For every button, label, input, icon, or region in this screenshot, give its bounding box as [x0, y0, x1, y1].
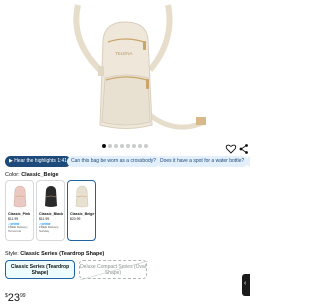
question-chip[interactable]: Does it have a spot for a water bottle?	[156, 156, 249, 167]
chevron-left-icon: ‹	[244, 280, 247, 287]
share-icon[interactable]	[238, 142, 250, 154]
carousel-dot[interactable]	[114, 144, 118, 148]
style-option-classic-series[interactable]: Classic Series (Teardrop Shape)	[5, 260, 75, 279]
carousel-dot[interactable]	[102, 144, 106, 148]
beige-sling-bag-photo: TELENA	[73, 4, 206, 130]
carousel-dots	[0, 144, 250, 150]
swatch-classic-black[interactable]: Classic_Black $11.99 ✓prime FREE Deliver…	[36, 180, 65, 241]
heart-outline-icon[interactable]	[225, 142, 237, 154]
carousel-dot[interactable]	[108, 144, 112, 148]
bag-brand-text: TELENA	[115, 51, 133, 56]
pink-bag-thumbnail	[13, 185, 27, 208]
carousel-dot[interactable]	[144, 144, 148, 148]
selected-color-value: Classic_Beige	[21, 172, 59, 178]
style-option-deluxe-compact-series[interactable]: Deluxe Compact Series (Oval Shape)	[79, 260, 148, 280]
carousel-dot[interactable]	[132, 144, 136, 148]
swatch-classic-pink[interactable]: Classic_Pink $11.99 ✓prime FREE Delivery…	[5, 180, 34, 241]
selected-style-value: Classic Series (Teardrop Shape)	[20, 251, 105, 257]
question-chip[interactable]: H	[246, 156, 250, 167]
product-price: $2399	[5, 292, 26, 304]
question-chip[interactable]: Can this bag be worn as a crossbody?	[67, 156, 161, 167]
question-chips: ▶ Hear the highlights 1:41 Can this bag …	[5, 156, 250, 167]
beige-bag-thumbnail	[75, 185, 89, 208]
carousel-dot[interactable]	[126, 144, 130, 148]
black-bag-thumbnail	[45, 186, 57, 207]
product-image[interactable]: TELENA	[0, 0, 250, 140]
swatch-classic-beige[interactable]: Classic_Beige $20.99	[67, 180, 96, 241]
hear-highlights-chip[interactable]: ▶ Hear the highlights 1:41	[5, 156, 72, 167]
carousel-dot[interactable]	[120, 144, 124, 148]
side-drawer-tab[interactable]: ‹	[242, 274, 250, 296]
carousel-dot[interactable]	[138, 144, 142, 148]
style-selection-label: Style: Classic Series (Teardrop Shape)	[5, 251, 105, 257]
unavailable-strike-icon	[80, 261, 148, 280]
color-selection-label: Color: Classic_Beige	[5, 172, 59, 178]
